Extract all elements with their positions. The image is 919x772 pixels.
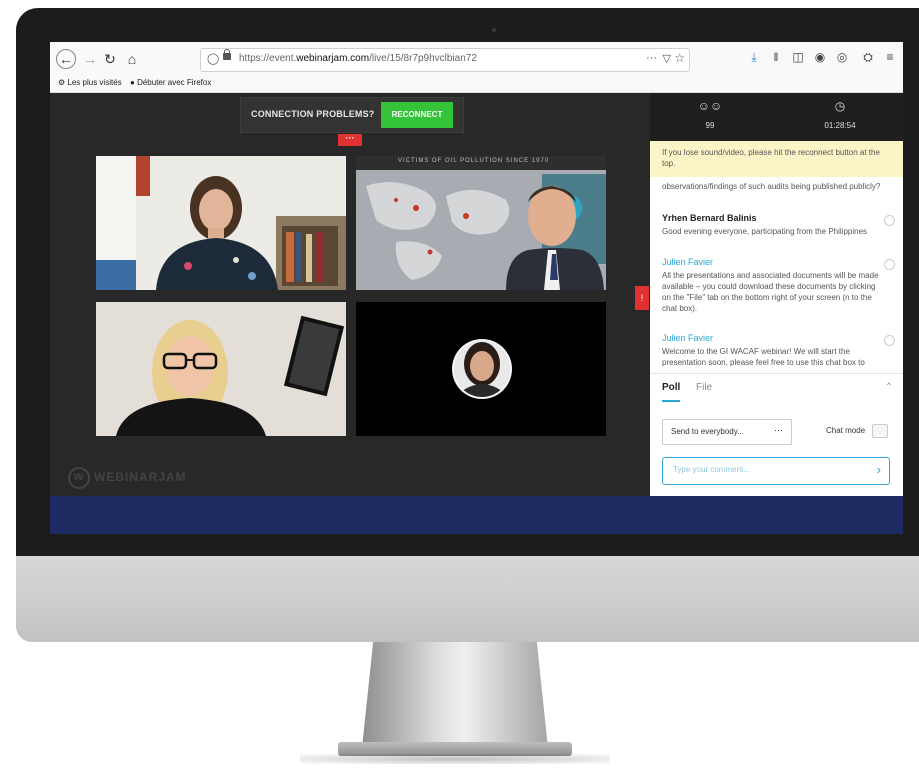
account-icon[interactable]: ◉ [812, 50, 828, 64]
bookmark-most-visited[interactable]: ⚙ Les plus visités [58, 78, 122, 87]
attendees-count: 99 [705, 121, 715, 130]
clock-icon: ◷ [834, 99, 846, 113]
bookmark-star-icon[interactable]: ☆ [674, 51, 685, 65]
sidebar-icon[interactable]: ◫ [790, 50, 806, 64]
url-path: /live/15/8r7p9hvclbian72 [369, 53, 477, 64]
webinarjam-logo-icon: W [68, 467, 90, 489]
extension-icon[interactable]: ◎ [834, 50, 850, 64]
message-text: Welcome to the GI WACAF webinar! We will… [662, 347, 865, 367]
gear-icon: ⚙ [58, 78, 66, 87]
message-text: All the presentations and associated doc… [662, 271, 879, 313]
send-arrow-icon[interactable]: › [877, 462, 881, 477]
home-icon[interactable]: ⌂ [122, 49, 142, 69]
webinar-stage: CONNECTION PROBLEMS? RECONNECT ··· VICTI… [50, 93, 650, 496]
url-host: webinarjam.com [296, 53, 370, 64]
partial-message: observations/findings of such audits bei… [662, 182, 881, 191]
more-dots-icon: ··· [774, 425, 783, 435]
hamburger-menu-icon[interactable]: ≡ [882, 50, 898, 64]
url-prefix: https://event. [239, 53, 297, 64]
tab-file[interactable]: File [696, 382, 712, 393]
tracking-shield-icon[interactable]: ◯ [207, 52, 219, 65]
notice-text: If you lose sound/video, please hit the … [662, 148, 880, 168]
message-text: Good evening everyone, participating fro… [662, 227, 868, 236]
send-to-select[interactable]: Send to everybody... ··· [662, 419, 792, 445]
video-tile-avatar[interactable] [356, 302, 606, 436]
page-actions-icon[interactable]: ··· [646, 52, 657, 64]
monitor-chin [16, 556, 919, 642]
pocket-icon[interactable]: ▽ [663, 52, 671, 65]
connection-bar: CONNECTION PROBLEMS? RECONNECT [240, 97, 464, 133]
chat-messages[interactable]: observations/findings of such audits bei… [650, 177, 903, 373]
timer-value: 01:28:54 [824, 121, 856, 130]
presenter-2-video [356, 156, 606, 290]
blue-banner [50, 496, 903, 534]
message-select-radio[interactable] [884, 259, 895, 270]
webcam-dot [492, 28, 496, 32]
connection-problems-label: CONNECTION PROBLEMS? [251, 109, 375, 119]
url-text[interactable]: https://event.webinarjam.com/live/15/8r7… [239, 53, 477, 64]
reconnect-button[interactable]: RECONNECT [381, 102, 453, 128]
message-author: Yrhen Bernard Balinis [662, 213, 757, 223]
webinarjam-watermark: W WEBINARJAM [68, 467, 187, 489]
video-tile-presenter-1[interactable] [96, 156, 346, 290]
message-author: Julien Favier [662, 257, 714, 267]
chevron-up-icon[interactable]: ⌃ [885, 382, 893, 393]
video-tile-presenter-2[interactable]: VICTIMS OF OIL POLLUTION SINCE 1970 [356, 156, 606, 290]
lock-icon[interactable] [223, 49, 231, 60]
presenter-1-video [96, 156, 346, 290]
chat-mode-label: Chat mode [826, 426, 866, 435]
presenter-3-video [96, 302, 346, 436]
presenter-4-avatar [356, 302, 606, 436]
library-icon[interactable]: ‖ [768, 50, 784, 64]
timer-stat: ◷ 01:28:54 [800, 99, 880, 130]
forward-arrow-icon[interactable]: → [80, 49, 100, 69]
send-to-value: Send to everybody... [671, 427, 744, 436]
active-tab-indicator [662, 400, 680, 402]
bookmarks-bar: ⚙ Les plus visités ● Débuter avec Firefo… [50, 76, 903, 93]
attendees-icon: ☺☺ [697, 99, 723, 113]
message-select-radio[interactable] [884, 335, 895, 346]
monitor-stand [362, 642, 548, 748]
attendees-stat: ☺☺ 99 [670, 99, 750, 130]
bookmark-getting-started[interactable]: ● Débuter avec Firefox [130, 78, 211, 87]
bookmark-label: Les plus visités [67, 78, 122, 87]
download-icon[interactable]: ⤓ [746, 50, 762, 65]
puzzle-icon[interactable]: ⛭ [860, 50, 876, 65]
firefox-icon: ● [130, 78, 135, 87]
chat-header: ☺☺ 99 ◷ 01:28:54 [650, 93, 903, 141]
collapse-chat-tab[interactable]: ! [635, 286, 649, 310]
more-options-button[interactable]: ··· [338, 134, 362, 146]
message-author: Julien Favier [662, 333, 714, 343]
map-banner-text: VICTIMS OF OIL POLLUTION SINCE 1970 [398, 158, 550, 164]
chat-message: Julien Favier Welcome to the GI WACAF we… [662, 333, 884, 368]
chat-panel: ☺☺ 99 ◷ 01:28:54 If you lose sound/video… [650, 93, 903, 496]
message-select-radio[interactable] [884, 215, 895, 226]
url-bar[interactable]: ◯ https://event.webinarjam.com/live/15/8… [200, 48, 690, 72]
comment-input[interactable] [671, 464, 865, 475]
chat-mode-toggle[interactable] [872, 424, 888, 438]
base-shadow [300, 754, 610, 764]
back-arrow-icon[interactable]: ← [56, 49, 76, 69]
tab-poll[interactable]: Poll [662, 382, 680, 393]
watermark-text: WEBINARJAM [94, 470, 187, 485]
screen: ← → ↻ ⌂ ◯ https://event.webinarjam.com/l… [50, 42, 903, 534]
video-tile-presenter-3[interactable] [96, 302, 346, 436]
reload-icon[interactable]: ↻ [100, 49, 120, 69]
chat-message: Julien Favier All the presentations and … [662, 257, 884, 314]
reconnect-notice: If you lose sound/video, please hit the … [650, 141, 903, 177]
chat-tabs: Poll File ⌃ [650, 373, 903, 404]
bookmark-label: Débuter avec Firefox [137, 78, 212, 87]
chat-message: Yrhen Bernard Balinis Good evening every… [662, 213, 884, 237]
browser-toolbar: ← → ↻ ⌂ ◯ https://event.webinarjam.com/l… [50, 42, 903, 77]
comment-box: › [662, 457, 890, 485]
